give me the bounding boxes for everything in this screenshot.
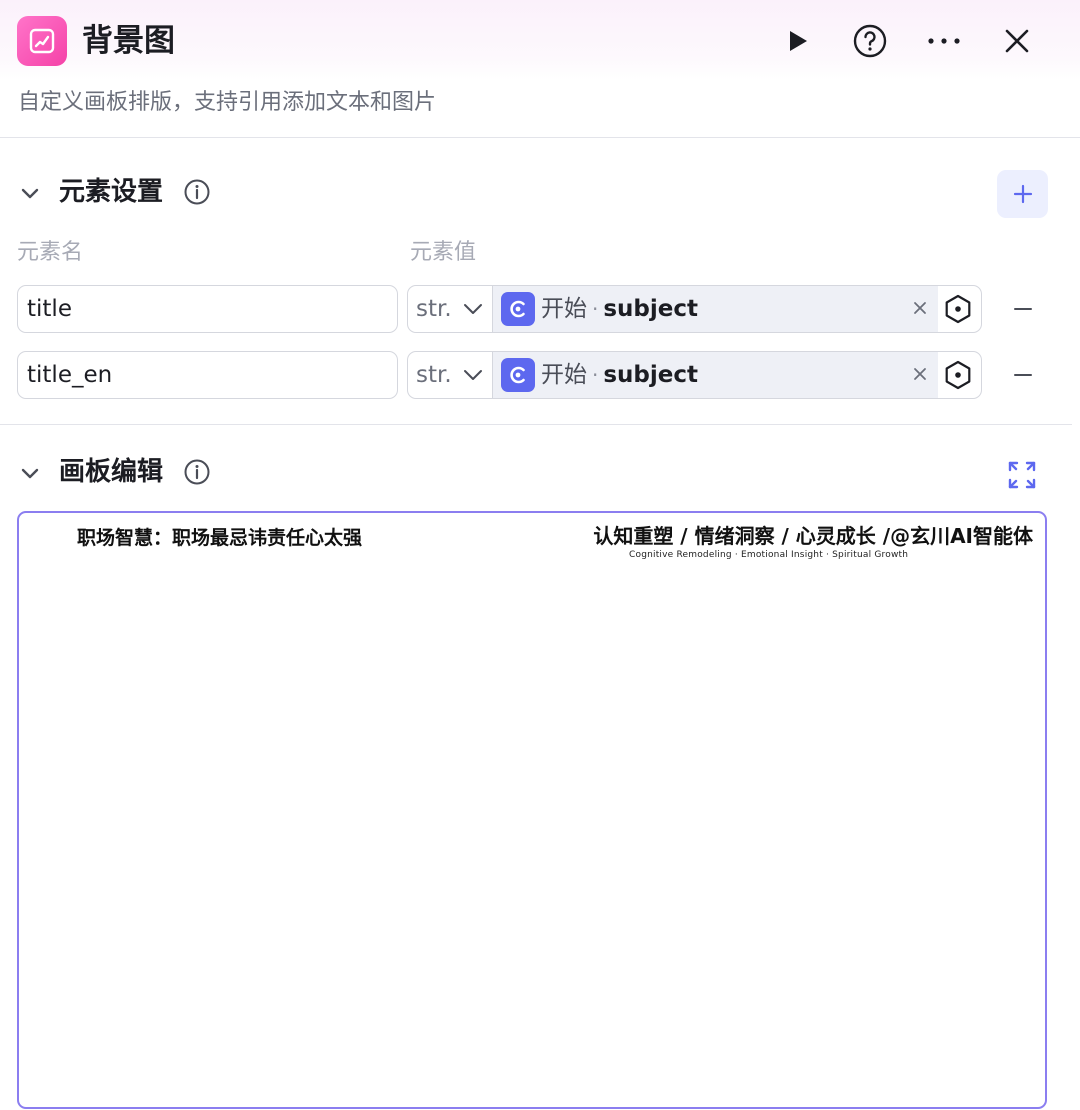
type-select-value: str. — [416, 362, 452, 388]
close-button[interactable] — [994, 18, 1040, 64]
chevron-down-icon — [464, 370, 482, 380]
reference-node-name: 开始 — [541, 296, 587, 322]
help-icon — [853, 24, 887, 58]
type-select[interactable]: str. — [408, 352, 492, 398]
panel-title: 背景图 — [82, 23, 175, 59]
clear-reference-button[interactable] — [908, 362, 932, 386]
canvas-section-title: 画板编辑 — [59, 457, 164, 487]
variable-reference-tag[interactable]: 开始 · subject — [493, 352, 938, 398]
more-horizontal-icon — [928, 38, 960, 44]
canvas-section-header: 画板编辑 — [0, 448, 1080, 498]
clear-reference-button[interactable] — [908, 296, 932, 320]
element-value-field: str. 开始 · subject — [407, 285, 982, 333]
canvas-subline-text[interactable]: Cognitive Remodeling · Emotional Insight… — [629, 549, 908, 561]
minus-icon — [1014, 374, 1032, 376]
close-icon — [1005, 29, 1029, 53]
panel-header: 背景图 自定义画板排版，支持引用添加文本和图片 — [0, 0, 1080, 138]
node-panel: 背景图 自定义画板排版，支持引用添加文本和图片 元素设置 元素名 元素值 tit… — [0, 0, 1080, 1110]
play-icon — [790, 31, 807, 51]
fullscreen-icon[interactable] — [1004, 457, 1040, 493]
help-button[interactable] — [847, 18, 893, 64]
variable-reference-tag[interactable]: 开始 · subject — [493, 286, 938, 332]
element-name-input[interactable]: title_en — [17, 351, 398, 399]
reference-node-name: 开始 — [541, 362, 587, 388]
element-value-column-label: 元素值 — [410, 240, 477, 265]
info-icon[interactable] — [183, 178, 211, 206]
run-button[interactable] — [774, 18, 820, 64]
element-name-column-label: 元素名 — [17, 240, 84, 265]
chevron-down-icon[interactable] — [18, 182, 42, 206]
reference-separator: · — [592, 363, 599, 387]
close-icon — [914, 302, 926, 314]
remove-element-button[interactable] — [1006, 358, 1040, 392]
canvas-editor[interactable]: 职场智慧：职场最忌讳责任心太强 认知重塑 / 情绪洞察 / 心灵成长 /@玄川A… — [17, 511, 1047, 1109]
remove-element-button[interactable] — [1006, 292, 1040, 326]
chevron-down-icon — [464, 304, 482, 314]
minus-icon — [1014, 308, 1032, 310]
elements-section-title: 元素设置 — [59, 177, 164, 207]
variable-picker-icon[interactable] — [942, 359, 974, 391]
start-node-icon — [501, 358, 535, 392]
app-icon — [17, 16, 67, 66]
elements-section-header: 元素设置 — [0, 168, 1080, 218]
element-value-field: str. 开始 · subject — [407, 351, 982, 399]
panel-description: 自定义画板排版，支持引用添加文本和图片 — [18, 90, 437, 115]
variable-picker-icon[interactable] — [942, 293, 974, 325]
type-select[interactable]: str. — [408, 286, 492, 332]
info-icon[interactable] — [183, 458, 211, 486]
type-select-value: str. — [416, 296, 452, 322]
canvas-title-text[interactable]: 职场智慧：职场最忌讳责任心太强 — [77, 525, 362, 551]
close-icon — [914, 368, 926, 380]
canvas-tagline-text[interactable]: 认知重塑 / 情绪洞察 / 心灵成长 /@玄川AI智能体 — [593, 522, 1033, 550]
start-node-icon — [501, 292, 535, 326]
plus-icon — [1013, 184, 1032, 204]
reference-variable-name: subject — [603, 296, 698, 322]
add-element-button[interactable] — [997, 170, 1048, 218]
edit-board-icon — [29, 28, 55, 54]
more-button[interactable] — [921, 18, 967, 64]
reference-separator: · — [592, 297, 599, 321]
reference-variable-name: subject — [603, 362, 698, 388]
section-divider — [0, 424, 1072, 425]
chevron-down-icon[interactable] — [18, 462, 42, 486]
element-name-input[interactable]: title — [17, 285, 398, 333]
